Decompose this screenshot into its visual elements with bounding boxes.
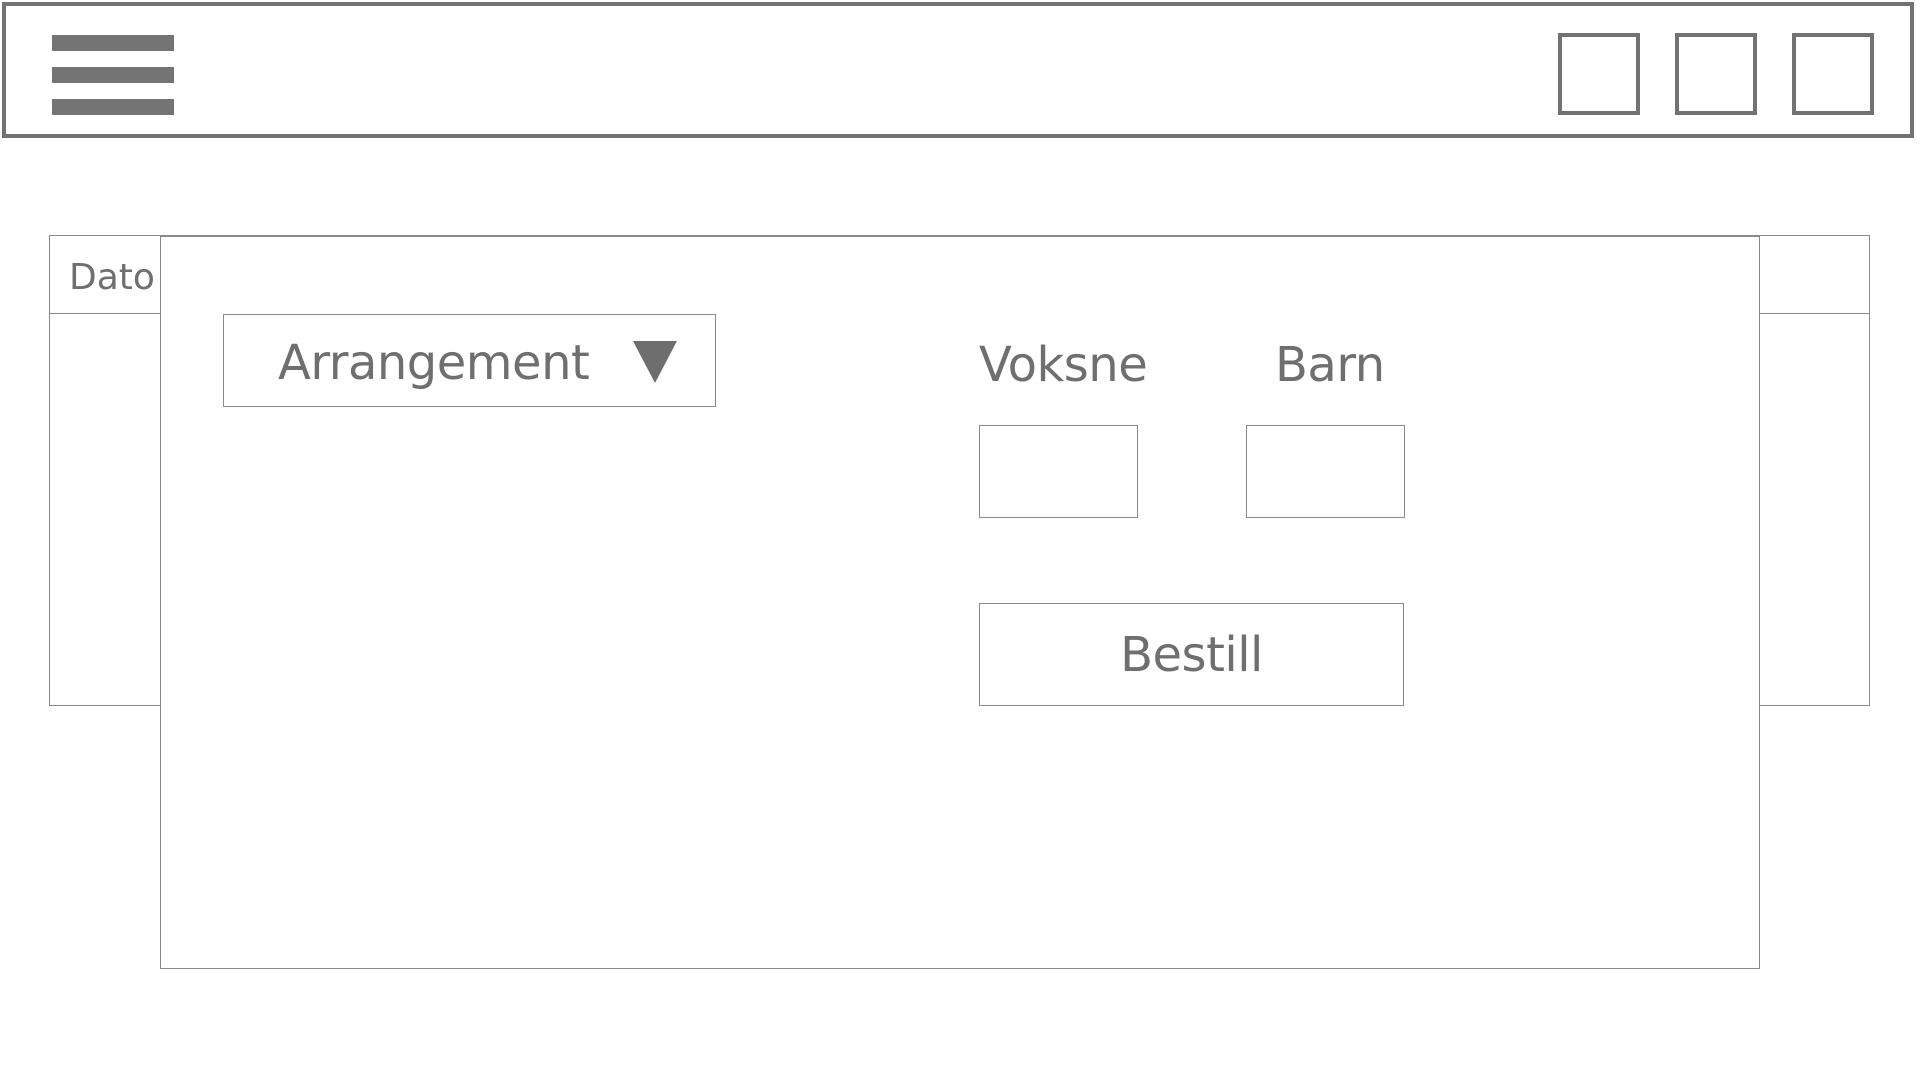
header-square-button-2[interactable] (1675, 33, 1757, 115)
header-square-button-1[interactable] (1558, 33, 1640, 115)
hamburger-line (52, 67, 174, 83)
adults-input[interactable] (979, 425, 1138, 518)
event-dropdown[interactable]: Arrangement (223, 314, 716, 407)
hamburger-line (52, 35, 174, 51)
order-button[interactable]: Bestill (979, 603, 1404, 706)
event-dropdown-label: Arrangement (278, 335, 590, 391)
adults-label: Voksne (979, 337, 1148, 393)
order-button-label: Bestill (1120, 626, 1263, 683)
header-square-button-3[interactable] (1792, 33, 1874, 115)
triangle-down-icon (633, 341, 677, 383)
children-label: Barn (1275, 337, 1385, 393)
column-header-dato: Dato (69, 257, 155, 298)
hamburger-line (52, 99, 174, 115)
order-dialog: Arrangement Voksne Barn Bestill (160, 236, 1760, 969)
hamburger-menu-icon[interactable] (52, 33, 174, 119)
children-input[interactable] (1246, 425, 1405, 518)
top-bar (2, 2, 1914, 138)
